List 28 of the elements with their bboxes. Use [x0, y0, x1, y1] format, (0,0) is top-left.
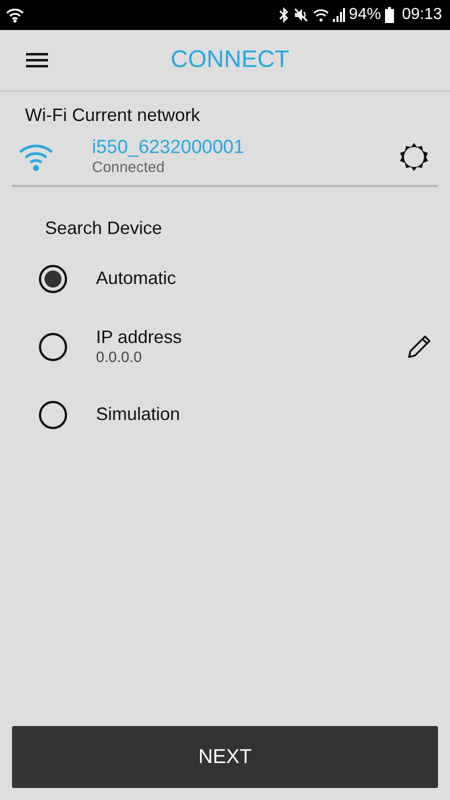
- wifi-icon: [18, 142, 54, 172]
- option-label: Automatic: [96, 268, 178, 290]
- wifi-icon: [312, 7, 329, 23]
- option-row[interactable]: Automatic: [0, 248, 450, 310]
- clock: 09:13: [402, 5, 442, 25]
- radio-button[interactable]: [38, 332, 68, 362]
- mute-icon: [292, 7, 309, 23]
- section-heading: Search Device: [44, 216, 164, 240]
- bluetooth-icon: [278, 7, 289, 23]
- option-row[interactable]: Simulation: [0, 384, 450, 446]
- option-label: IP address: [96, 327, 183, 349]
- app-title: CONNECT: [170, 45, 290, 75]
- battery-percent: 94%: [348, 5, 381, 25]
- section-heading: Wi-Fi Current network: [24, 104, 202, 127]
- network-name: i550_6232000001: [92, 137, 246, 159]
- battery-icon: [384, 7, 394, 23]
- radio-button[interactable]: [38, 400, 68, 430]
- connection-status: Connected: [92, 158, 166, 177]
- menu-icon[interactable]: [26, 52, 48, 68]
- ip-value: 0.0.0.0: [96, 348, 143, 367]
- option-label: Simulation: [96, 404, 182, 426]
- signal-icon: [332, 7, 345, 23]
- pencil-icon[interactable]: [406, 334, 432, 360]
- wifi-icon: [6, 7, 24, 23]
- next-button[interactable]: NEXT: [12, 726, 438, 788]
- settings-icon[interactable]: [398, 140, 430, 173]
- option-row[interactable]: IP address 0.0.0.0: [0, 310, 450, 384]
- radio-button[interactable]: [38, 264, 68, 294]
